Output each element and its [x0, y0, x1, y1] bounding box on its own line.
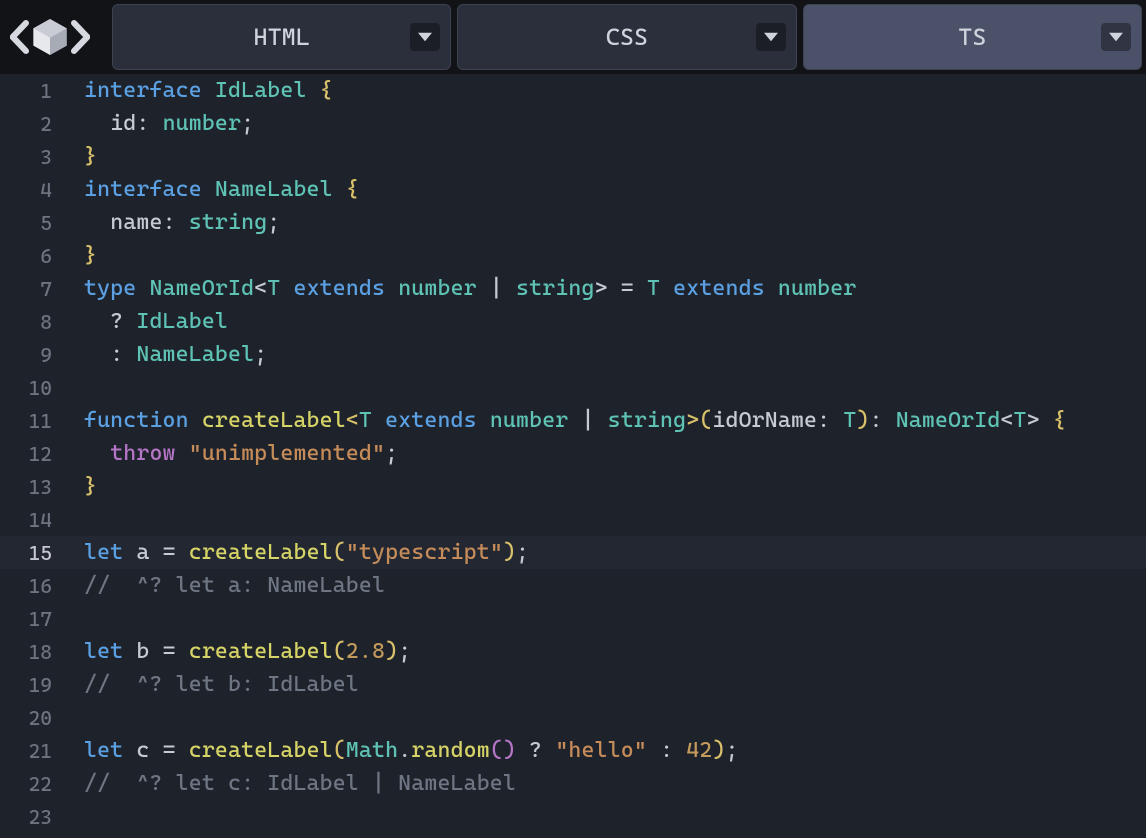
chevron-down-icon [418, 32, 432, 42]
code-content[interactable]: // ^? let c: IdLabel | NameLabel [66, 771, 516, 796]
line-number: 19 [0, 673, 66, 697]
line-number: 14 [0, 508, 66, 532]
tab-bar: HTML CSS TS [0, 0, 1146, 74]
code-line[interactable]: 4interface NameLabel { [0, 173, 1146, 206]
line-number: 15 [0, 541, 66, 565]
code-content[interactable]: interface NameLabel { [66, 177, 359, 202]
code-line[interactable]: 13} [0, 470, 1146, 503]
code-line[interactable]: 1interface IdLabel { [0, 74, 1146, 107]
tab-css[interactable]: CSS [457, 4, 796, 70]
line-number: 16 [0, 574, 66, 598]
line-number: 17 [0, 607, 66, 631]
code-content[interactable]: let a = createLabel("typescript"); [66, 540, 529, 565]
code-line[interactable]: 6} [0, 239, 1146, 272]
code-line[interactable]: 7type NameOrId<T extends number | string… [0, 272, 1146, 305]
code-line[interactable]: 14 [0, 503, 1146, 536]
code-line[interactable]: 3} [0, 140, 1146, 173]
code-content[interactable]: function createLabel<T extends number | … [66, 408, 1066, 433]
tab-label: HTML [254, 23, 310, 51]
line-number: 1 [0, 79, 66, 103]
tab-label: CSS [606, 23, 648, 51]
line-number: 21 [0, 739, 66, 763]
tab-dropdown-ts[interactable] [1101, 23, 1131, 51]
line-number: 3 [0, 145, 66, 169]
line-number: 18 [0, 640, 66, 664]
line-number: 23 [0, 805, 66, 829]
tab-dropdown-html[interactable] [410, 23, 440, 51]
tab-ts[interactable]: TS [803, 4, 1142, 70]
code-line[interactable]: 22// ^? let c: IdLabel | NameLabel [0, 767, 1146, 800]
line-number: 9 [0, 343, 66, 367]
code-line[interactable]: 12 throw "unimplemented"; [0, 437, 1146, 470]
line-number: 22 [0, 772, 66, 796]
code-content[interactable]: type NameOrId<T extends number | string>… [66, 276, 856, 301]
code-content[interactable]: } [66, 144, 97, 169]
line-number: 4 [0, 178, 66, 202]
code-line[interactable]: 16// ^? let a: NameLabel [0, 569, 1146, 602]
code-line[interactable]: 10 [0, 371, 1146, 404]
app-logo [10, 4, 106, 70]
code-editor[interactable]: 1interface IdLabel {2 id: number;3}4inte… [0, 74, 1146, 838]
tab-label: TS [958, 23, 986, 51]
code-content[interactable]: } [66, 474, 97, 499]
code-line[interactable]: 9 : NameLabel; [0, 338, 1146, 371]
line-number: 2 [0, 112, 66, 136]
line-number: 13 [0, 475, 66, 499]
code-line[interactable]: 11function createLabel<T extends number … [0, 404, 1146, 437]
code-content[interactable]: name: string; [66, 210, 280, 235]
tab-html[interactable]: HTML [112, 4, 451, 70]
code-content[interactable]: // ^? let a: NameLabel [66, 573, 385, 598]
code-content[interactable]: let b = createLabel(2.8); [66, 639, 411, 664]
line-number: 11 [0, 409, 66, 433]
code-content[interactable]: let c = createLabel(Math.random() ? "hel… [66, 738, 739, 763]
code-line[interactable]: 19// ^? let b: IdLabel [0, 668, 1146, 701]
code-content[interactable]: interface IdLabel { [66, 78, 333, 103]
code-line[interactable]: 2 id: number; [0, 107, 1146, 140]
code-line[interactable]: 17 [0, 602, 1146, 635]
code-line[interactable]: 5 name: string; [0, 206, 1146, 239]
code-line[interactable]: 15let a = createLabel("typescript"); [0, 536, 1146, 569]
code-content[interactable]: : NameLabel; [66, 342, 267, 367]
line-number: 8 [0, 310, 66, 334]
line-number: 7 [0, 277, 66, 301]
line-number: 12 [0, 442, 66, 466]
code-line[interactable]: 18let b = createLabel(2.8); [0, 635, 1146, 668]
code-content[interactable]: throw "unimplemented"; [66, 441, 398, 466]
chevron-down-icon [1109, 32, 1123, 42]
chevron-down-icon [764, 32, 778, 42]
code-line[interactable]: 23 [0, 800, 1146, 833]
line-number: 20 [0, 706, 66, 730]
code-content[interactable]: id: number; [66, 111, 254, 136]
line-number: 10 [0, 376, 66, 400]
tab-dropdown-css[interactable] [756, 23, 786, 51]
code-content[interactable]: ? IdLabel [66, 309, 228, 334]
code-line[interactable]: 21let c = createLabel(Math.random() ? "h… [0, 734, 1146, 767]
line-number: 5 [0, 211, 66, 235]
line-number: 6 [0, 244, 66, 268]
code-content[interactable]: // ^? let b: IdLabel [66, 672, 359, 697]
code-line[interactable]: 8 ? IdLabel [0, 305, 1146, 338]
code-line[interactable]: 20 [0, 701, 1146, 734]
code-content[interactable]: } [66, 243, 97, 268]
